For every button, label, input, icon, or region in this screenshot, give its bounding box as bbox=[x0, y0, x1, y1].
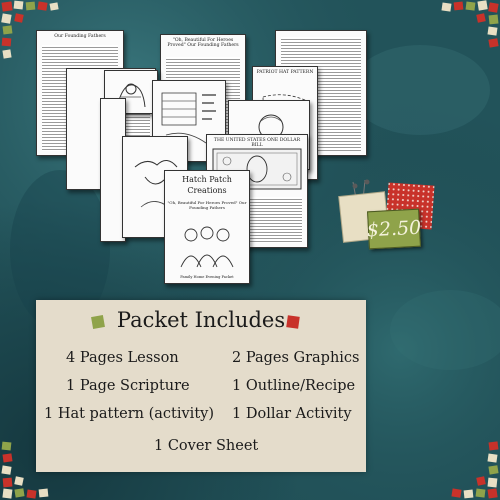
top-right-patchwork-ornament bbox=[441, 0, 499, 48]
brand-name-line1: Hatch Patch bbox=[182, 175, 232, 184]
cover-small-text: Family Home Evening Packet bbox=[180, 275, 234, 279]
red-square-icon bbox=[286, 315, 300, 329]
founding-fathers-group-icon bbox=[180, 226, 234, 268]
packet-item: 1 Page Scripture bbox=[66, 378, 190, 394]
packet-item: 1 Outline/Recipe bbox=[232, 378, 356, 394]
lesson-page-heading: Our Founding Fathers bbox=[54, 34, 106, 39]
lesson-page-heading: "Oh, Beautiful For Heroes Proved" Our Fo… bbox=[167, 38, 239, 49]
cover-sheet-page: Hatch Patch Creations "Oh, Beautiful For… bbox=[164, 170, 250, 284]
packet-item: 2 Pages Graphics bbox=[232, 350, 360, 366]
price-tag: $2.50 bbox=[366, 208, 422, 250]
packet-item: 1 Dollar Activity bbox=[232, 406, 352, 422]
patriot-hat-heading: PATRIOT HAT PATTERN bbox=[256, 70, 314, 75]
brand-name-line2: Creations bbox=[187, 185, 227, 195]
bottom-right-patchwork-ornament bbox=[451, 441, 499, 499]
packet-item: 4 Pages Lesson bbox=[66, 350, 179, 366]
cover-subtitle: "Oh, Beautiful For Heroes Proved" Our Fo… bbox=[167, 200, 247, 210]
packet-includes-title: Packet Includes bbox=[116, 308, 286, 332]
packet-item: 1 Hat pattern (activity) bbox=[44, 406, 214, 422]
packet-includes-panel: Packet Includes 4 Pages Lesson 2 Pages G… bbox=[36, 300, 366, 472]
price-label: $2.50 bbox=[366, 216, 422, 242]
packet-item: 1 Cover Sheet bbox=[154, 438, 259, 454]
